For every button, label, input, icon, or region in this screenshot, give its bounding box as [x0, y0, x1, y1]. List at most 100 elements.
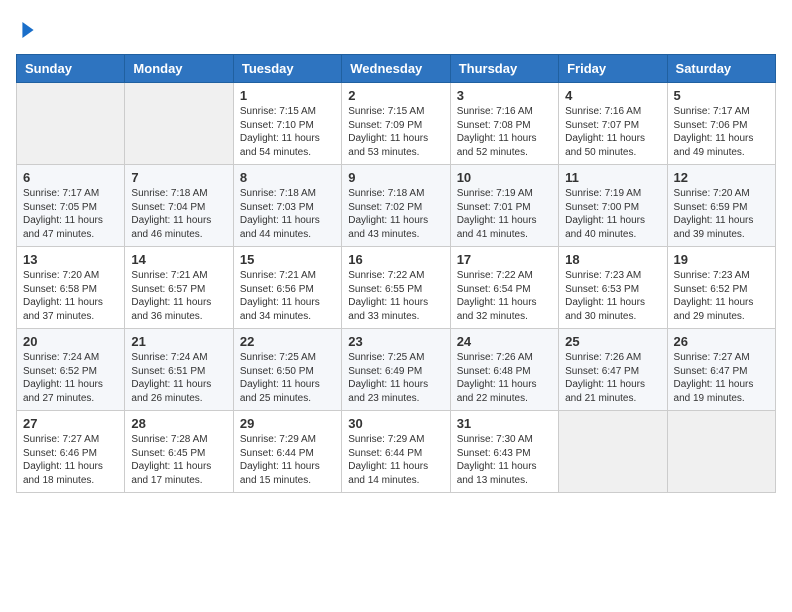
- day-number: 30: [348, 416, 443, 431]
- day-info: Sunrise: 7:22 AM Sunset: 6:55 PM Dayligh…: [348, 269, 443, 323]
- day-info: Sunrise: 7:23 AM Sunset: 6:53 PM Dayligh…: [565, 269, 660, 323]
- calendar-cell: 3 Sunrise: 7:16 AM Sunset: 7:08 PM Daylig…: [450, 83, 558, 165]
- calendar-cell: 7Sunrise: 7:18 AM Sunset: 7:04 PM Daylig…: [125, 165, 233, 247]
- logo: [16, 16, 40, 42]
- calendar-cell: 22 Sunrise: 7:25 AM Sunset: 6:50 PM Dayli…: [233, 329, 341, 411]
- day-number: 29: [240, 416, 335, 431]
- day-info: Sunrise: 7:15 AM Sunset: 7:09 PM Dayligh…: [348, 105, 443, 159]
- day-info: Sunrise: 7:25 AM Sunset: 6:49 PM Dayligh…: [348, 351, 443, 405]
- calendar-cell: 16 Sunrise: 7:22 AM Sunset: 6:55 PM Dayli…: [342, 247, 450, 329]
- day-number: 26: [674, 334, 769, 349]
- day-number: 2: [348, 88, 443, 103]
- day-info: Sunrise: 7:22 AM Sunset: 6:54 PM Dayligh…: [457, 269, 552, 323]
- day-info: Sunrise: 7:17 AM Sunset: 7:06 PM Dayligh…: [674, 105, 769, 159]
- day-number: 3: [457, 88, 552, 103]
- calendar-cell: [125, 83, 233, 165]
- day-number: 20: [23, 334, 118, 349]
- calendar-cell: 9 Sunrise: 7:18 AM Sunset: 7:02 PM Daylig…: [342, 165, 450, 247]
- day-info: Sunrise: 7:16 AM Sunset: 7:08 PM Dayligh…: [457, 105, 552, 159]
- weekday-header: Saturday: [667, 55, 775, 83]
- day-info: Sunrise: 7:26 AM Sunset: 6:47 PM Dayligh…: [565, 351, 660, 405]
- day-info: Sunrise: 7:27 AM Sunset: 6:47 PM Dayligh…: [674, 351, 769, 405]
- day-number: 25: [565, 334, 660, 349]
- day-number: 5: [674, 88, 769, 103]
- day-info: Sunrise: 7:25 AM Sunset: 6:50 PM Dayligh…: [240, 351, 335, 405]
- weekday-header: Friday: [559, 55, 667, 83]
- calendar-cell: 25 Sunrise: 7:26 AM Sunset: 6:47 PM Dayli…: [559, 329, 667, 411]
- day-info: Sunrise: 7:26 AM Sunset: 6:48 PM Dayligh…: [457, 351, 552, 405]
- day-info: Sunrise: 7:24 AM Sunset: 6:51 PM Dayligh…: [131, 351, 226, 405]
- day-info: Sunrise: 7:18 AM Sunset: 7:03 PM Dayligh…: [240, 187, 335, 241]
- calendar-cell: [17, 83, 125, 165]
- calendar-cell: 13 Sunrise: 7:20 AM Sunset: 6:58 PM Dayli…: [17, 247, 125, 329]
- day-info: Sunrise: 7:21 AM Sunset: 6:56 PM Dayligh…: [240, 269, 335, 323]
- day-info: Sunrise: 7:15 AM Sunset: 7:10 PM Dayligh…: [240, 105, 335, 159]
- calendar-table: SundayMondayTuesdayWednesdayThursdayFrid…: [16, 54, 776, 493]
- calendar-cell: 15Sunrise: 7:21 AM Sunset: 6:56 PM Dayli…: [233, 247, 341, 329]
- day-number: 9: [348, 170, 443, 185]
- day-number: 27: [23, 416, 118, 431]
- day-info: Sunrise: 7:29 AM Sunset: 6:44 PM Dayligh…: [240, 433, 335, 487]
- calendar-cell: 19 Sunrise: 7:23 AM Sunset: 6:52 PM Dayli…: [667, 247, 775, 329]
- day-info: Sunrise: 7:17 AM Sunset: 7:05 PM Dayligh…: [23, 187, 118, 241]
- calendar-week-row: 6 Sunrise: 7:17 AM Sunset: 7:05 PM Daylig…: [17, 165, 776, 247]
- day-info: Sunrise: 7:24 AM Sunset: 6:52 PM Dayligh…: [23, 351, 118, 405]
- calendar-cell: 21Sunrise: 7:24 AM Sunset: 6:51 PM Dayli…: [125, 329, 233, 411]
- day-number: 14: [131, 252, 226, 267]
- logo-arrow-icon: [16, 18, 40, 42]
- day-info: Sunrise: 7:29 AM Sunset: 6:44 PM Dayligh…: [348, 433, 443, 487]
- day-number: 22: [240, 334, 335, 349]
- calendar-cell: 17 Sunrise: 7:22 AM Sunset: 6:54 PM Dayli…: [450, 247, 558, 329]
- calendar-cell: 23 Sunrise: 7:25 AM Sunset: 6:49 PM Dayli…: [342, 329, 450, 411]
- calendar-cell: [559, 411, 667, 493]
- calendar-cell: 8 Sunrise: 7:18 AM Sunset: 7:03 PM Daylig…: [233, 165, 341, 247]
- calendar-cell: 14 Sunrise: 7:21 AM Sunset: 6:57 PM Dayli…: [125, 247, 233, 329]
- day-info: Sunrise: 7:21 AM Sunset: 6:57 PM Dayligh…: [131, 269, 226, 323]
- day-number: 13: [23, 252, 118, 267]
- day-number: 23: [348, 334, 443, 349]
- calendar-cell: 24 Sunrise: 7:26 AM Sunset: 6:48 PM Dayli…: [450, 329, 558, 411]
- day-info: Sunrise: 7:23 AM Sunset: 6:52 PM Dayligh…: [674, 269, 769, 323]
- calendar-cell: 2 Sunrise: 7:15 AM Sunset: 7:09 PM Daylig…: [342, 83, 450, 165]
- day-number: 8: [240, 170, 335, 185]
- calendar-cell: 29 Sunrise: 7:29 AM Sunset: 6:44 PM Dayli…: [233, 411, 341, 493]
- calendar-cell: 11Sunrise: 7:19 AM Sunset: 7:00 PM Dayli…: [559, 165, 667, 247]
- day-number: 16: [348, 252, 443, 267]
- calendar-week-row: 13 Sunrise: 7:20 AM Sunset: 6:58 PM Dayli…: [17, 247, 776, 329]
- day-number: 10: [457, 170, 552, 185]
- weekday-header-row: SundayMondayTuesdayWednesdayThursdayFrid…: [17, 55, 776, 83]
- day-info: Sunrise: 7:28 AM Sunset: 6:45 PM Dayligh…: [131, 433, 226, 487]
- day-number: 31: [457, 416, 552, 431]
- day-number: 6: [23, 170, 118, 185]
- day-info: Sunrise: 7:18 AM Sunset: 7:02 PM Dayligh…: [348, 187, 443, 241]
- calendar-cell: 27 Sunrise: 7:27 AM Sunset: 6:46 PM Dayli…: [17, 411, 125, 493]
- day-info: Sunrise: 7:27 AM Sunset: 6:46 PM Dayligh…: [23, 433, 118, 487]
- day-info: Sunrise: 7:19 AM Sunset: 7:01 PM Dayligh…: [457, 187, 552, 241]
- calendar-cell: 31Sunrise: 7:30 AM Sunset: 6:43 PM Dayli…: [450, 411, 558, 493]
- day-number: 1: [240, 88, 335, 103]
- calendar-cell: 28Sunrise: 7:28 AM Sunset: 6:45 PM Dayli…: [125, 411, 233, 493]
- day-number: 19: [674, 252, 769, 267]
- day-info: Sunrise: 7:20 AM Sunset: 6:58 PM Dayligh…: [23, 269, 118, 323]
- calendar-cell: 26 Sunrise: 7:27 AM Sunset: 6:47 PM Dayli…: [667, 329, 775, 411]
- day-number: 17: [457, 252, 552, 267]
- calendar-cell: 20 Sunrise: 7:24 AM Sunset: 6:52 PM Dayli…: [17, 329, 125, 411]
- day-number: 12: [674, 170, 769, 185]
- calendar-cell: [667, 411, 775, 493]
- day-info: Sunrise: 7:16 AM Sunset: 7:07 PM Dayligh…: [565, 105, 660, 159]
- calendar-week-row: 20 Sunrise: 7:24 AM Sunset: 6:52 PM Dayli…: [17, 329, 776, 411]
- calendar-cell: 10 Sunrise: 7:19 AM Sunset: 7:01 PM Dayli…: [450, 165, 558, 247]
- day-number: 24: [457, 334, 552, 349]
- page-header: [16, 16, 776, 42]
- weekday-header: Thursday: [450, 55, 558, 83]
- day-info: Sunrise: 7:20 AM Sunset: 6:59 PM Dayligh…: [674, 187, 769, 241]
- calendar-cell: 12 Sunrise: 7:20 AM Sunset: 6:59 PM Dayli…: [667, 165, 775, 247]
- calendar-cell: 5 Sunrise: 7:17 AM Sunset: 7:06 PM Daylig…: [667, 83, 775, 165]
- calendar-week-row: 27 Sunrise: 7:27 AM Sunset: 6:46 PM Dayli…: [17, 411, 776, 493]
- day-number: 4: [565, 88, 660, 103]
- calendar-cell: 30 Sunrise: 7:29 AM Sunset: 6:44 PM Dayli…: [342, 411, 450, 493]
- calendar-cell: 6 Sunrise: 7:17 AM Sunset: 7:05 PM Daylig…: [17, 165, 125, 247]
- day-number: 18: [565, 252, 660, 267]
- day-info: Sunrise: 7:18 AM Sunset: 7:04 PM Dayligh…: [131, 187, 226, 241]
- weekday-header: Sunday: [17, 55, 125, 83]
